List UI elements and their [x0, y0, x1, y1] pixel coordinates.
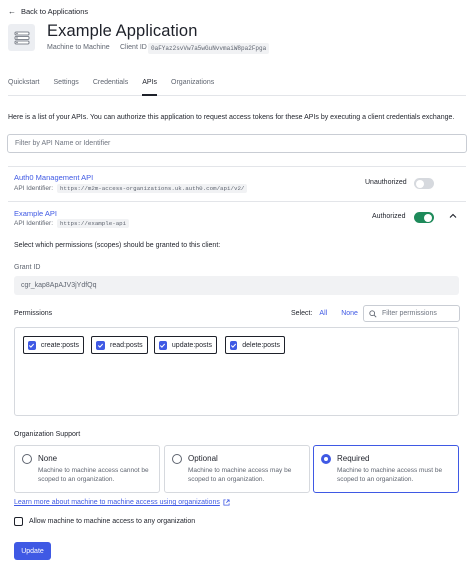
org-option-desc: Machine to machine access cannot be scop… — [38, 467, 149, 484]
org-option-title: Optional — [188, 454, 218, 463]
chevron-up-icon[interactable] — [448, 210, 458, 222]
api-identifier: API Identifier: https://example-api — [14, 219, 130, 228]
org-option-title: None — [38, 454, 58, 463]
arrow-left-icon: ← — [8, 6, 16, 16]
api-identifier-value: https://example-api — [57, 219, 130, 228]
org-option-desc: Machine to machine access may be scoped … — [188, 467, 292, 484]
org-option-optional[interactable]: Optional Machine to machine access may b… — [164, 445, 310, 493]
api-identifier-label: API Identifier: — [14, 185, 54, 192]
api-status-label: Unauthorized — [365, 179, 407, 186]
checkmark-icon — [97, 343, 104, 348]
toggle-knob — [416, 179, 424, 188]
grant-id-label: Grant ID — [14, 264, 41, 271]
scopes-prompt: Select which permissions (scopes) should… — [14, 242, 221, 249]
permissions-label: Permissions — [14, 310, 53, 317]
checkbox-checked[interactable] — [230, 340, 238, 350]
allow-any-label: Allow machine to machine access to any o… — [29, 518, 196, 525]
authorize-toggle[interactable] — [414, 178, 434, 189]
client-id-value[interactable]: 0aFYaz2svVw7a5wGuNvvmaiW8pa2Fpga — [148, 43, 270, 54]
permission-chip-update-posts[interactable]: update:posts — [154, 336, 217, 354]
back-to-applications-link[interactable]: ← Back to Applications — [8, 7, 88, 16]
select-none-link[interactable]: None — [341, 310, 358, 317]
tab-apis[interactable]: APIs — [142, 79, 157, 96]
permissions-filter-input[interactable]: Filter permissions — [363, 305, 460, 322]
application-icon — [8, 24, 35, 51]
learn-more-link[interactable]: Learn more about machine to machine acce… — [14, 499, 230, 506]
permissions-filter-placeholder: Filter permissions — [382, 310, 437, 317]
checkbox-checked[interactable] — [96, 340, 105, 350]
learn-more-label: Learn more about machine to machine acce… — [14, 499, 220, 506]
permission-label: read:posts — [110, 341, 143, 349]
api-filter-placeholder: Filter by API Name or Identifier — [15, 140, 111, 147]
permission-label: create:posts — [40, 341, 79, 349]
radio-optional[interactable] — [172, 454, 182, 464]
tab-bar: Quickstart Settings Credentials APIs Org… — [8, 79, 466, 96]
page-title: Example Application — [47, 22, 198, 40]
update-button[interactable]: Update — [14, 542, 51, 560]
tab-settings[interactable]: Settings — [54, 79, 79, 95]
checkmark-icon — [29, 343, 35, 348]
api-row-management: Auth0 Management API API Identifier: htt… — [8, 166, 466, 201]
radio-required[interactable] — [321, 454, 331, 464]
permissions-list: create:posts read:posts update:posts del… — [14, 327, 459, 416]
checkmark-icon — [160, 343, 166, 348]
tab-credentials[interactable]: Credentials — [93, 79, 128, 95]
api-status-label: Authorized — [372, 213, 406, 220]
external-link-icon — [223, 499, 230, 506]
org-option-desc: Machine to machine access must be scoped… — [337, 467, 443, 484]
permission-chip-delete-posts[interactable]: delete:posts — [225, 336, 285, 354]
allow-any-checkbox[interactable] — [14, 517, 23, 526]
apis-description: Here is a list of your APIs. You can aut… — [8, 114, 455, 121]
search-icon — [369, 309, 377, 318]
org-option-none[interactable]: None Machine to machine access cannot be… — [14, 445, 160, 493]
permission-label: update:posts — [171, 341, 212, 349]
api-identifier: API Identifier: https://m2m-access-organ… — [14, 184, 248, 193]
application-type: Machine to Machine — [47, 44, 110, 51]
org-option-required[interactable]: Required Machine to machine access must … — [313, 445, 459, 493]
permission-label: delete:posts — [242, 341, 280, 349]
api-filter-input[interactable]: Filter by API Name or Identifier — [7, 134, 467, 153]
select-controls: Select: All None — [291, 310, 358, 317]
org-option-title: Required — [337, 454, 370, 463]
select-label: Select: — [291, 310, 313, 317]
allow-any-organization[interactable]: Allow machine to machine access to any o… — [14, 517, 195, 526]
toggle-knob — [424, 213, 432, 222]
organization-support-label: Organization Support — [14, 431, 81, 438]
permission-chip-read-posts[interactable]: read:posts — [91, 336, 148, 354]
permission-chip-create-posts[interactable]: create:posts — [23, 336, 84, 354]
grant-id-value: cgr_kap8ApAJV3jYdfQq — [21, 282, 97, 289]
api-identifier-label: API Identifier: — [14, 220, 54, 227]
api-name-link[interactable]: Example API — [14, 209, 57, 218]
checkmark-icon — [231, 343, 237, 348]
radio-none[interactable] — [22, 454, 32, 464]
checkbox-checked[interactable] — [28, 340, 36, 350]
api-identifier-value: https://m2m-access-organizations.uk.auth… — [57, 184, 248, 193]
tab-organizations[interactable]: Organizations — [171, 79, 214, 95]
client-id-label: Client ID — [120, 44, 147, 51]
authorize-toggle[interactable] — [414, 212, 434, 223]
api-name-link[interactable]: Auth0 Management API — [14, 173, 93, 182]
select-all-link[interactable]: All — [319, 310, 327, 317]
back-link-label: Back to Applications — [21, 7, 89, 16]
tab-quickstart[interactable]: Quickstart — [8, 79, 40, 95]
grant-id-field: cgr_kap8ApAJV3jYdfQq — [14, 276, 459, 295]
checkbox-checked[interactable] — [159, 340, 167, 350]
